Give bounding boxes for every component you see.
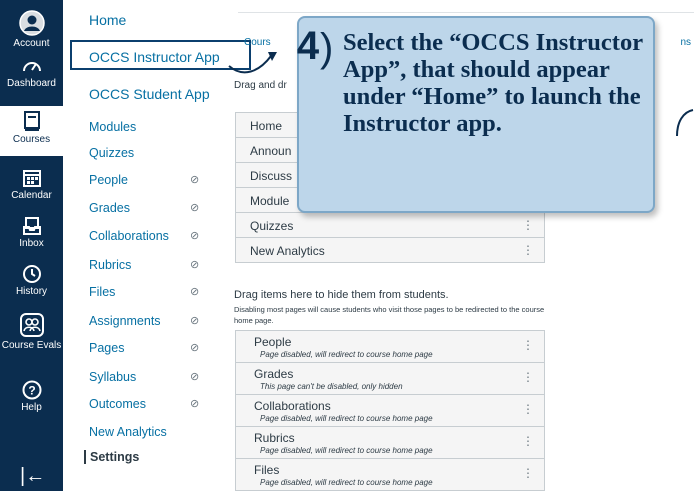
course-nav-home[interactable]: Home: [89, 12, 126, 28]
nav-inbox-label: Inbox: [19, 238, 44, 249]
list-item-label: Quizzes: [250, 219, 294, 233]
divider: [238, 12, 694, 13]
nav-help-label: Help: [21, 402, 42, 413]
eye-slash-icon: ⊘: [190, 371, 200, 383]
decorative-curve: [676, 109, 694, 137]
inbox-icon: [22, 217, 41, 235]
course-nav-rubrics[interactable]: Rubrics: [89, 258, 131, 272]
eye-slash-icon: ⊘: [190, 259, 200, 271]
kebab-menu-icon[interactable]: ⋮: [522, 243, 534, 257]
nav-account[interactable]: Account: [0, 10, 63, 49]
nav-dashboard[interactable]: Dashboard: [0, 56, 63, 89]
list-item-label: Home: [250, 119, 283, 133]
list-item-label: Files: [254, 463, 280, 477]
list-item[interactable]: Quizzes ⋮: [236, 213, 544, 238]
account-icon: [18, 10, 45, 36]
eye-slash-icon: ⊘: [190, 315, 200, 327]
list-item-label: Rubrics: [254, 431, 295, 445]
step-number-bracket: ): [320, 26, 334, 70]
course-nav-quizzes[interactable]: Quizzes: [89, 146, 134, 160]
hide-section-subtitle: Disabling most pages will cause students…: [234, 305, 545, 325]
sections-tab[interactable]: ns: [680, 37, 691, 48]
eye-slash-icon: ⊘: [190, 174, 200, 186]
course-evals-icon: [19, 313, 44, 337]
eye-slash-icon: ⊘: [190, 398, 200, 410]
hidden-nav-list: People Page disabled, will redirect to c…: [235, 330, 545, 491]
courses-icon: [23, 111, 40, 131]
kebab-menu-icon[interactable]: ⋮: [522, 434, 534, 448]
course-nav-assignments[interactable]: Assignments: [89, 314, 161, 328]
course-navigation: Home OCCS Instructor App OCCS Student Ap…: [63, 0, 251, 491]
list-item[interactable]: Grades This page can't be disabled, only…: [236, 363, 544, 395]
list-item[interactable]: Files Page disabled, will redirect to co…: [236, 459, 544, 491]
list-item[interactable]: People Page disabled, will redirect to c…: [236, 331, 544, 363]
eye-slash-icon: ⊘: [190, 342, 200, 354]
global-navigation: Account Dashboard Courses Calendar Inbox…: [0, 0, 63, 491]
help-icon: ?: [22, 380, 41, 400]
course-nav-occs-instructor-app[interactable]: OCCS Instructor App: [89, 49, 220, 65]
course-nav-collaborations[interactable]: Collaborations: [89, 229, 169, 243]
list-item-note: Page disabled, will redirect to course h…: [260, 414, 433, 423]
kebab-menu-icon[interactable]: ⋮: [522, 370, 534, 384]
list-item-label: Collaborations: [254, 399, 331, 413]
eye-slash-icon: ⊘: [190, 202, 200, 214]
kebab-menu-icon[interactable]: ⋮: [522, 338, 534, 352]
course-nav-occs-student-app[interactable]: OCCS Student App: [89, 86, 210, 102]
nav-course-evals-label: Course Evals: [1, 340, 62, 351]
list-item-note: Page disabled, will redirect to course h…: [260, 478, 433, 487]
drag-instructions: Drag and dr: [234, 80, 287, 91]
nav-dashboard-label: Dashboard: [7, 78, 56, 89]
list-item[interactable]: Rubrics Page disabled, will redirect to …: [236, 427, 544, 459]
eye-slash-icon: ⊘: [190, 286, 200, 298]
nav-courses[interactable]: Courses: [0, 106, 63, 156]
list-item-label: Discuss: [250, 169, 293, 183]
list-item-label: Module: [250, 194, 290, 208]
calendar-icon: [22, 170, 41, 187]
nav-calendar[interactable]: Calendar: [0, 168, 63, 201]
eye-slash-icon: ⊘: [190, 230, 200, 242]
course-nav-new-analytics[interactable]: New Analytics: [89, 425, 167, 439]
course-nav-pages[interactable]: Pages: [89, 341, 124, 355]
nav-calendar-label: Calendar: [11, 190, 52, 201]
nav-account-label: Account: [13, 38, 50, 49]
nav-courses-label: Courses: [12, 134, 51, 145]
course-nav-outcomes[interactable]: Outcomes: [89, 397, 146, 411]
list-item-label: Grades: [254, 367, 294, 381]
nav-history[interactable]: History: [0, 264, 63, 297]
list-item[interactable]: Collaborations Page disabled, will redir…: [236, 395, 544, 427]
list-item-label: New Analytics: [250, 244, 325, 258]
history-icon: [22, 265, 41, 283]
course-nav-grades[interactable]: Grades: [89, 201, 130, 215]
list-item[interactable]: New Analytics ⋮: [236, 238, 544, 263]
course-nav-files[interactable]: Files: [89, 285, 115, 299]
nav-inbox[interactable]: Inbox: [0, 216, 63, 249]
list-item-note: Page disabled, will redirect to course h…: [260, 350, 433, 359]
callout-text: Select the “OCCS Instructor App”, that s…: [343, 29, 643, 137]
dashboard-icon: [22, 62, 41, 72]
kebab-menu-icon[interactable]: ⋮: [522, 402, 534, 416]
list-item-note: This page can't be disabled, only hidden: [260, 382, 403, 391]
svg-text:?: ?: [28, 384, 35, 398]
list-item-label: Announ: [250, 144, 292, 158]
hide-section-title: Drag items here to hide them from studen…: [234, 289, 449, 301]
nav-course-evals[interactable]: Course Evals: [0, 312, 63, 351]
list-item-note: Page disabled, will redirect to course h…: [260, 446, 433, 455]
course-nav-modules[interactable]: Modules: [89, 120, 136, 134]
list-item-label: People: [254, 335, 292, 349]
nav-help[interactable]: ? Help: [0, 380, 63, 413]
course-nav-people[interactable]: People: [89, 173, 128, 187]
kebab-menu-icon[interactable]: ⋮: [522, 218, 534, 232]
kebab-menu-icon[interactable]: ⋮: [522, 466, 534, 480]
collapse-nav-icon[interactable]: |←: [20, 465, 45, 488]
course-nav-settings[interactable]: Settings: [84, 450, 139, 464]
nav-history-label: History: [15, 286, 48, 297]
course-nav-syllabus[interactable]: Syllabus: [89, 370, 136, 384]
